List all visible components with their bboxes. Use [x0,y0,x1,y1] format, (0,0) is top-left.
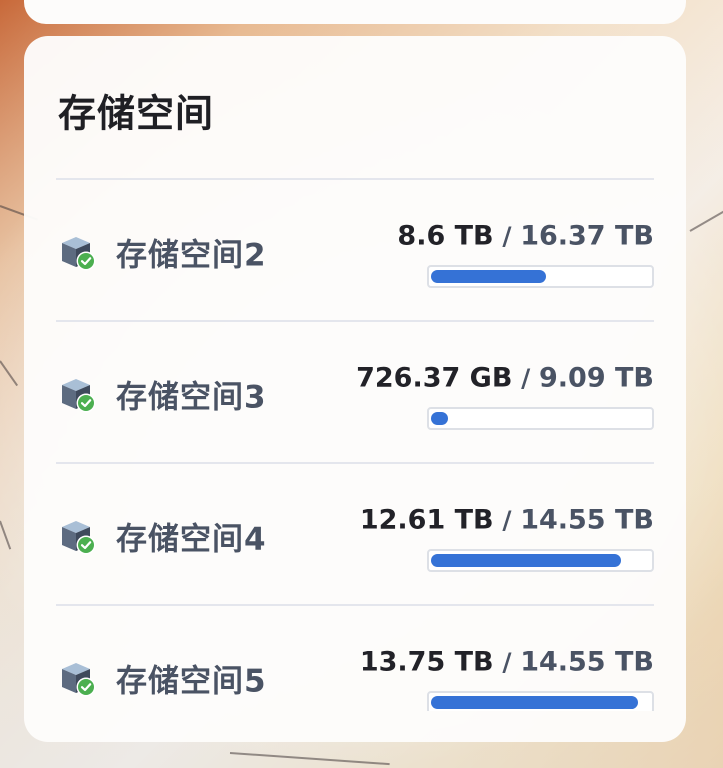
volume-usage: 726.37 GB / 9.09 TB [356,363,654,394]
usage-separator: / [493,647,521,677]
volume-list: 存储空间1 / 存储空间2 8.6 TB / 16.37 TB 存储空间3 726.3… [24,166,686,711]
volume-row[interactable]: 存储空间1 / [24,166,686,180]
volume-total: 14.55 TB [520,504,654,536]
usage-separator: / [512,363,539,393]
volume-name: 存储空间5 [116,663,267,700]
volume-total: 16.37 TB [520,220,654,252]
volume-name: 存储空间2 [116,237,267,274]
usage-progress-bar [427,549,654,572]
volume-row[interactable]: 存储空间5 13.75 TB / 14.55 TB [24,606,686,711]
volume-row[interactable]: 存储空间3 726.37 GB / 9.09 TB [24,322,686,464]
usage-separator: / [493,505,521,535]
storage-cube-icon [58,659,96,697]
volume-used: 726.37 GB [356,362,513,394]
storage-cube-icon [58,233,96,271]
volume-name: 存储空间4 [116,521,267,558]
usage-progress-bar [427,265,654,288]
usage-progress-fill [431,696,638,709]
storage-panel: 存储空间 存储空间1 / 存储空间2 8.6 TB / 16.37 TB 存储空间3… [24,36,686,742]
volume-usage: 13.75 TB / 14.55 TB [360,647,654,678]
storage-cube-icon [58,375,96,413]
volume-usage: 8.6 TB / 16.37 TB [397,221,654,252]
volume-list-viewport[interactable]: 存储空间1 / 存储空间2 8.6 TB / 16.37 TB 存储空间3 726.3… [24,166,686,711]
usage-progress-fill [431,270,546,283]
usage-progress-fill [431,554,621,567]
previous-card [24,0,686,24]
volume-name: 存储空间3 [116,379,267,416]
usage-progress-fill [431,412,448,425]
usage-progress-bar [427,407,654,430]
usage-progress-bar [427,691,654,711]
volume-used: 12.61 TB [359,504,494,536]
volume-used: 13.75 TB [359,646,494,678]
volume-usage: 12.61 TB / 14.55 TB [360,505,654,536]
volume-used: 8.6 TB [397,220,494,252]
usage-separator: / [493,221,521,251]
volume-total: 9.09 TB [538,362,654,394]
storage-cube-icon [58,517,96,555]
volume-total: 14.55 TB [520,646,654,678]
volume-row[interactable]: 存储空间4 12.61 TB / 14.55 TB [24,464,686,606]
volume-row[interactable]: 存储空间2 8.6 TB / 16.37 TB [24,180,686,322]
panel-title: 存储空间 [58,91,215,136]
